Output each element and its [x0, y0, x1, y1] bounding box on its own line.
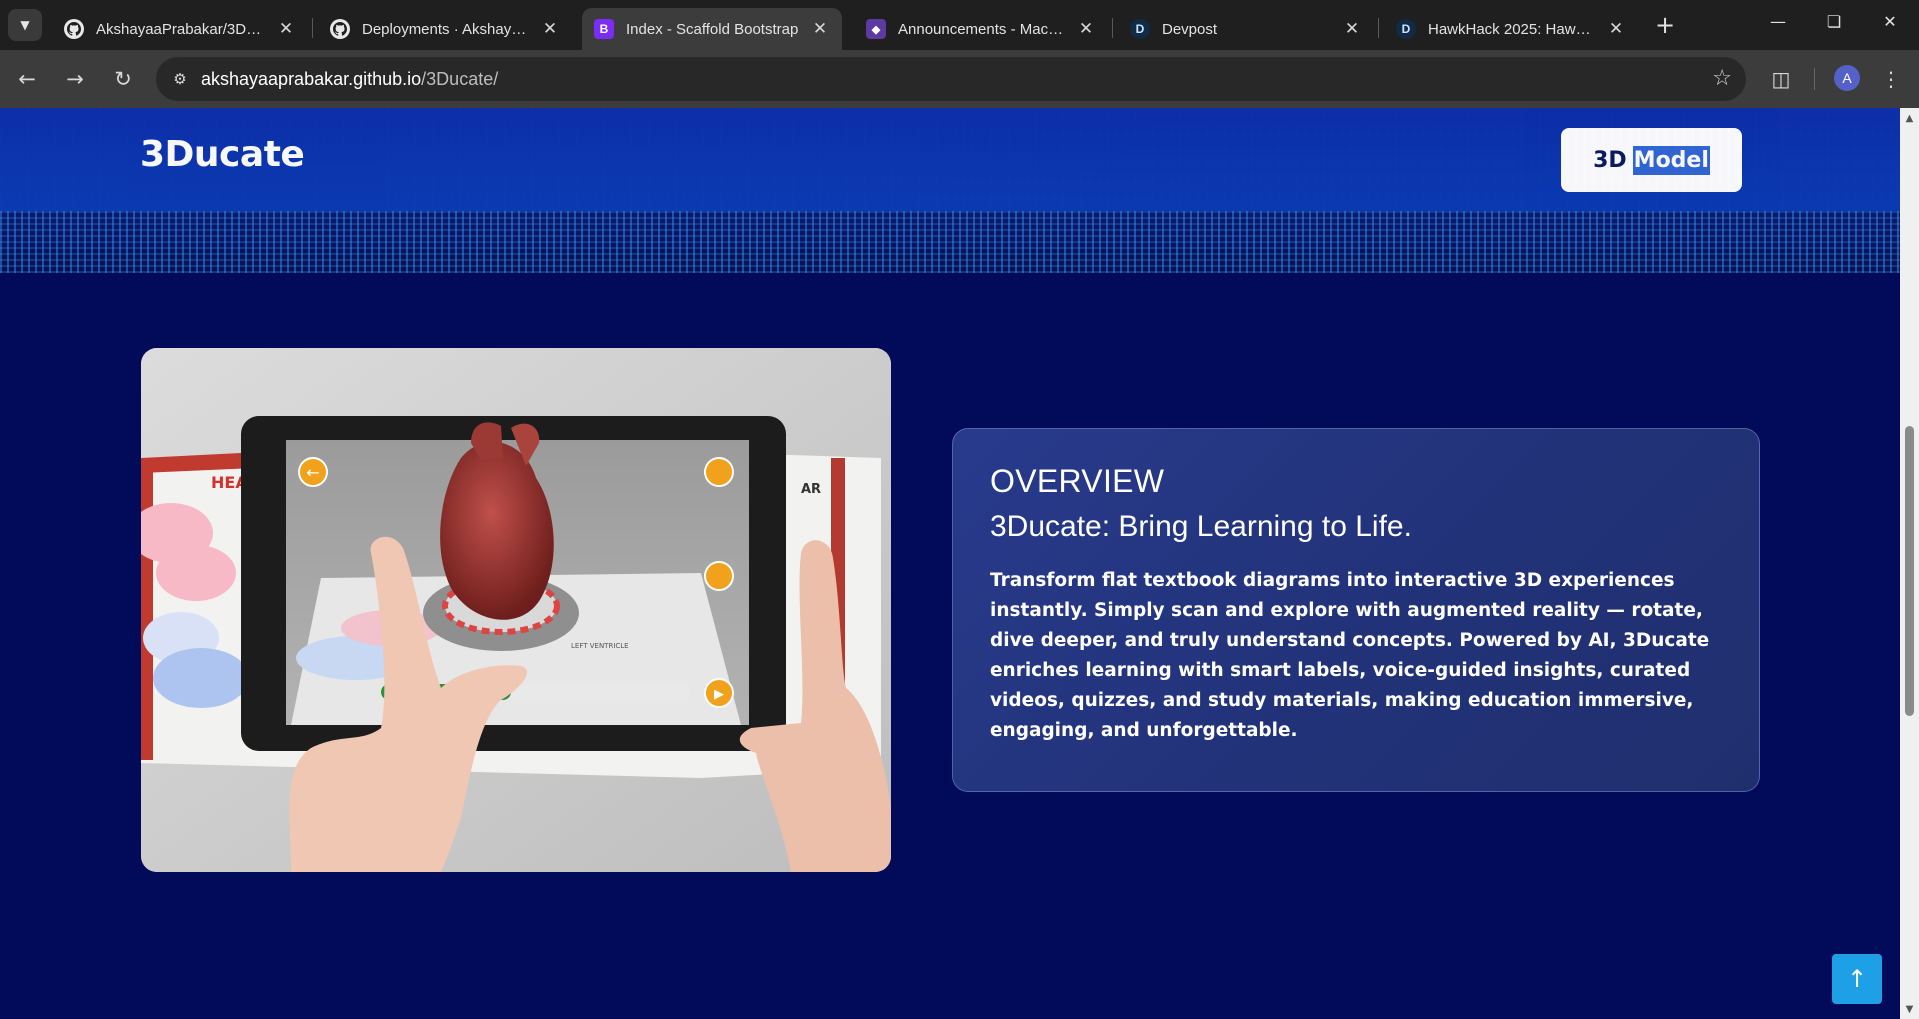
arrow-right-icon: →: [66, 67, 84, 91]
scroll-down-arrow-icon[interactable]: ▼: [1900, 1001, 1919, 1017]
close-window-button[interactable]: ✕: [1862, 0, 1918, 42]
3d-model-button-selected-text: Model: [1632, 145, 1710, 175]
tab-separator: [312, 18, 313, 38]
page-scrollbar[interactable]: ▲ ▼: [1900, 108, 1919, 1019]
close-icon[interactable]: ✕: [540, 19, 560, 39]
close-icon[interactable]: ✕: [276, 19, 296, 39]
tab-title: Devpost: [1162, 20, 1218, 38]
ar-tablet-illustration: HEA AR ← ▶ LEFT VENTRICLE: [141, 348, 891, 872]
overview-description: Transform flat textbook diagrams into in…: [990, 570, 1710, 741]
close-icon[interactable]: ✕: [1076, 19, 1096, 39]
forward-button[interactable]: →: [58, 62, 92, 96]
tab-separator: [1378, 18, 1379, 38]
site-navbar: 3Ducate 3D Model: [0, 108, 1900, 211]
tab-title: Announcements - Machine: [898, 20, 1068, 38]
url-path: /3Ducate/: [421, 69, 499, 89]
devpost-icon: D: [1130, 19, 1150, 39]
tab-title: Index - Scaffold Bootstrap: [626, 20, 799, 38]
reload-icon: ↻: [114, 67, 132, 91]
restore-icon: ❏: [1826, 11, 1842, 31]
site-brand[interactable]: 3Ducate: [140, 134, 305, 175]
ar-game-icon: [704, 457, 734, 487]
chevron-down-icon: ▼: [20, 18, 30, 32]
tab-github-repo[interactable]: AkshayaaPrabakar/3Ducate ✕: [52, 8, 308, 50]
tab-deployments[interactable]: Deployments · AkshayaaPrabakar/3Ducate ✕: [318, 8, 572, 50]
overview-label: OVERVIEW: [990, 463, 1165, 499]
tab-index-active[interactable]: B Index - Scaffold Bootstrap ✕: [582, 8, 842, 50]
close-icon[interactable]: ✕: [1606, 19, 1626, 39]
close-icon[interactable]: ✕: [1342, 19, 1362, 39]
tab-announcements[interactable]: ◆ Announcements - Machine ✕: [854, 8, 1108, 50]
tab-hawkhack[interactable]: D HawkHack 2025: HawkHack ✕: [1384, 8, 1638, 50]
scrollbar-thumb[interactable]: [1905, 426, 1914, 716]
url-text[interactable]: akshayaaprabakar.github.io/3Ducate/: [201, 57, 498, 101]
extensions-icon[interactable]: ◫: [1764, 62, 1798, 96]
close-icon[interactable]: ✕: [810, 19, 830, 39]
ar-camera-icon: [704, 561, 734, 591]
close-icon: ✕: [1883, 11, 1897, 31]
book-ar-label: AR: [801, 482, 821, 497]
tab-title: AkshayaaPrabakar/3Ducate: [96, 20, 268, 38]
bootstrap-icon: B: [594, 19, 614, 39]
url-host: akshayaaprabakar.github.io: [201, 69, 422, 89]
svg-text:←: ←: [306, 463, 319, 482]
site-info-icon[interactable]: ⚙: [164, 63, 196, 95]
minimize-button[interactable]: —: [1750, 0, 1806, 42]
page-viewport: 3Ducate 3D Model HEA AR ← ▶ LEFT VENTRIC…: [0, 108, 1900, 1019]
minimize-icon: —: [1770, 11, 1786, 31]
address-bar[interactable]: ⚙ akshayaaprabakar.github.io/3Ducate/ ☆: [156, 57, 1746, 101]
arrow-left-icon: ←: [18, 67, 36, 91]
menu-icon[interactable]: ⋮: [1874, 62, 1908, 96]
github-icon: [330, 19, 350, 39]
3d-model-button[interactable]: 3D Model: [1561, 128, 1742, 192]
toolbar-divider: [1814, 68, 1815, 90]
restore-button[interactable]: ❏: [1806, 0, 1862, 42]
browser-tab-bar: ▼ AkshayaaPrabakar/3Ducate ✕ Deployments…: [0, 0, 1919, 50]
reload-button[interactable]: ↻: [106, 62, 140, 96]
tab-separator: [1112, 18, 1113, 38]
overview-card: OVERVIEW 3Ducate: Bring Learning to Life…: [952, 428, 1760, 792]
hero-banner-pattern: [0, 211, 1900, 273]
tab-title: Deployments · AkshayaaPrabakar/3Ducate: [362, 20, 532, 38]
plus-icon: +: [1654, 11, 1676, 39]
scroll-to-top-button[interactable]: ↑: [1832, 954, 1882, 1004]
announcement-icon: ◆: [866, 19, 886, 39]
profile-avatar[interactable]: A: [1834, 65, 1860, 91]
new-tab-button[interactable]: +: [1650, 10, 1680, 40]
svg-text:▶: ▶: [714, 687, 724, 702]
tab-title: HawkHack 2025: HawkHack: [1428, 20, 1598, 38]
ar-tablet-image: HEA AR ← ▶ LEFT VENTRICLE: [141, 348, 891, 872]
scroll-up-arrow-icon[interactable]: ▲: [1900, 110, 1919, 126]
github-icon: [64, 19, 84, 39]
bookmark-star-icon[interactable]: ☆: [1712, 57, 1732, 101]
3d-model-button-label: 3D: [1593, 147, 1627, 173]
back-button[interactable]: ←: [10, 62, 44, 96]
ventricle-label: LEFT VENTRICLE: [571, 642, 629, 650]
browser-toolbar: ← → ↻ ⚙ akshayaaprabakar.github.io/3Duca…: [0, 50, 1919, 108]
tab-search-button[interactable]: ▼: [8, 9, 42, 41]
overview-title: 3Ducate: Bring Learning to Life.: [990, 510, 1412, 543]
devpost-icon: D: [1396, 19, 1416, 39]
arrow-up-icon: ↑: [1846, 965, 1868, 993]
tab-devpost[interactable]: D Devpost ✕: [1118, 8, 1374, 50]
